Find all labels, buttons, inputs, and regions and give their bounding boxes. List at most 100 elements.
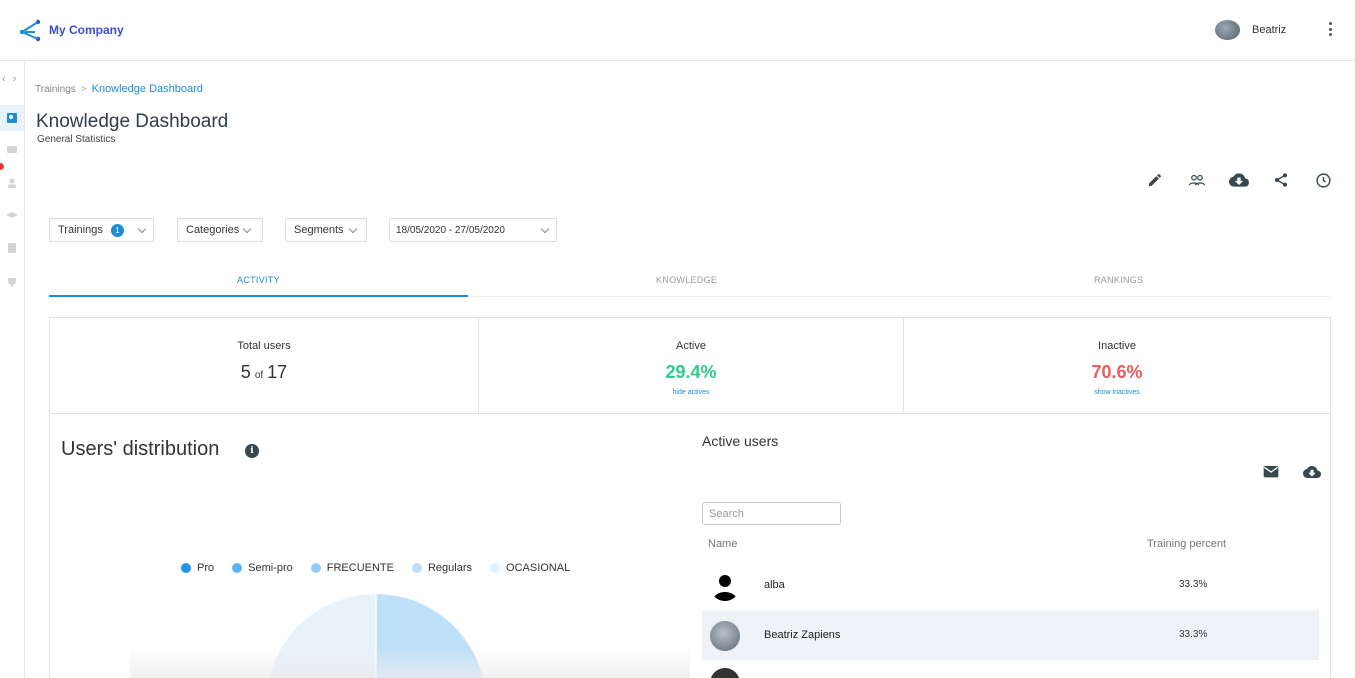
- legend-label: Semi-pro: [248, 562, 293, 574]
- stat-inactive: Inactive 70.6% show inactives: [903, 318, 1330, 413]
- stat-active: Active 29.4% hide actives: [478, 318, 903, 413]
- chevron-down-icon: [540, 224, 550, 234]
- table-row[interactable]: [702, 660, 1319, 678]
- graduation-icon: [6, 212, 18, 218]
- stat-active-label: Active: [676, 340, 706, 352]
- legend-dot: [232, 563, 243, 573]
- chevron-down-icon: [242, 224, 252, 234]
- legend-label: Regulars: [427, 562, 473, 574]
- edit-button[interactable]: [1145, 170, 1165, 190]
- legend-dot: [310, 563, 321, 573]
- history-icon: [1315, 172, 1331, 188]
- search-input[interactable]: [702, 502, 841, 525]
- user-name[interactable]: Beatriz: [1252, 24, 1286, 36]
- page-title: Knowledge Dashboard: [36, 111, 229, 132]
- top-bar: My Company Beatriz: [0, 0, 1355, 61]
- segments-filter-label: Segments: [294, 224, 344, 236]
- legend-label: Pro: [197, 562, 215, 574]
- trainings-count-badge: 1: [110, 223, 124, 237]
- users-distribution-title: Users' distribution: [61, 438, 220, 460]
- date-range-value: 18/05/2020 - 27/05/2020: [396, 224, 505, 236]
- notification-dot: [0, 163, 4, 170]
- legend-item-frecuente[interactable]: FRECUENTE: [310, 562, 394, 574]
- cloud-download-icon[interactable]: [1303, 463, 1321, 481]
- segments-filter[interactable]: Segments: [285, 218, 367, 242]
- more-menu-icon[interactable]: [1324, 19, 1336, 39]
- trophy-icon: [8, 278, 16, 287]
- chevron-down-icon: [137, 224, 147, 234]
- stat-total-count: 5: [240, 362, 251, 382]
- active-users-title: Active users: [702, 433, 779, 449]
- sidebar-item-users[interactable]: [0, 170, 24, 196]
- stat-inactive-value: 70.6%: [1091, 362, 1143, 382]
- history-button[interactable]: [1313, 170, 1333, 190]
- company-logo-icon[interactable]: [18, 18, 42, 42]
- sidebar-toggle-arrows[interactable]: ‹ ›: [2, 73, 18, 85]
- avatar: [713, 575, 737, 601]
- column-header-name[interactable]: Name: [708, 538, 737, 550]
- stats-panel: Total users 5 of 17 Active 29.4% hide acti…: [49, 317, 1331, 414]
- toolbar-actions: [1145, 170, 1333, 190]
- legend-dot: [411, 563, 422, 573]
- tab-rankings[interactable]: RANKINGS: [1094, 275, 1143, 285]
- categories-filter[interactable]: Categories: [177, 218, 263, 242]
- page-subtitle: General Statistics: [37, 134, 116, 145]
- sidebar: ‹ ›: [0, 61, 25, 678]
- info-icon[interactable]: i: [245, 444, 259, 458]
- legend-item-pro[interactable]: Pro: [181, 562, 214, 574]
- users-button[interactable]: [1187, 170, 1207, 190]
- tabs-divider: [468, 296, 1330, 297]
- breadcrumb-separator: >: [80, 84, 87, 95]
- clipboard-icon: [8, 243, 16, 253]
- tab-knowledge[interactable]: KNOWLEDGE: [656, 275, 717, 285]
- trainings-filter-label: Trainings: [58, 224, 103, 236]
- user-name-cell: alba: [764, 579, 785, 591]
- avatar: [710, 668, 740, 678]
- stat-total-users: Total users 5 of 17: [50, 318, 478, 413]
- sidebar-item-rankings[interactable]: [0, 269, 24, 295]
- dashboard-icon: [7, 113, 17, 123]
- breadcrumb-current: Knowledge Dashboard: [91, 83, 203, 95]
- legend-item-regulars[interactable]: Regulars: [411, 562, 473, 574]
- tab-activity[interactable]: ACTIVITY: [237, 275, 280, 285]
- breadcrumb-parent[interactable]: Trainings: [35, 84, 76, 95]
- stat-total-value: 5 of 17: [50, 362, 478, 383]
- avatar: [710, 621, 740, 651]
- user-icon: [8, 178, 16, 188]
- categories-filter-label: Categories: [186, 224, 240, 236]
- mail-icon[interactable]: [1263, 465, 1279, 479]
- stat-total-label: Total users: [237, 340, 291, 352]
- legend-label: FRECUENTE: [326, 562, 394, 574]
- legend-label: OCASIONAL: [506, 562, 571, 574]
- distribution-legend: Pro Semi-pro FRECUENTE Regulars OCASIONA…: [181, 562, 570, 574]
- share-button[interactable]: [1271, 170, 1291, 190]
- active-tab-indicator: [49, 295, 468, 297]
- table-row[interactable]: Beatriz Zapiens 33.3%: [702, 610, 1319, 660]
- date-range-picker[interactable]: 18/05/2020 - 27/05/2020: [389, 218, 557, 242]
- table-row[interactable]: alba 33.3%: [702, 560, 1319, 610]
- legend-dot: [490, 563, 501, 573]
- column-header-training-percent[interactable]: Training percent: [1147, 538, 1226, 550]
- stat-total-of: of: [254, 370, 264, 381]
- legend-item-ocasional[interactable]: OCASIONAL: [490, 562, 570, 574]
- hide-actives-link[interactable]: hide actives: [479, 389, 903, 396]
- legend-item-semi-pro[interactable]: Semi-pro: [232, 562, 293, 574]
- sidebar-item-chat[interactable]: [0, 137, 24, 163]
- share-icon: [1275, 173, 1287, 187]
- show-inactives-link[interactable]: show inactives: [904, 389, 1330, 396]
- sidebar-item-dashboard[interactable]: [0, 105, 24, 131]
- edit-icon: [1149, 173, 1162, 186]
- user-avatar[interactable]: [1215, 20, 1240, 40]
- group-icon: [1188, 174, 1206, 186]
- sidebar-item-trainings[interactable]: [0, 203, 24, 229]
- cloud-download-icon: [1229, 173, 1249, 187]
- training-percent-cell: 33.3%: [1179, 629, 1208, 640]
- chart-fade: [130, 648, 690, 678]
- legend-dot: [181, 563, 191, 573]
- download-button[interactable]: [1229, 170, 1249, 190]
- training-percent-cell: 33.3%: [1179, 579, 1208, 590]
- trainings-filter[interactable]: Trainings 1: [49, 218, 154, 242]
- sidebar-item-reports[interactable]: [0, 235, 24, 261]
- company-name[interactable]: My Company: [49, 23, 124, 37]
- stat-active-value: 29.4%: [665, 362, 717, 382]
